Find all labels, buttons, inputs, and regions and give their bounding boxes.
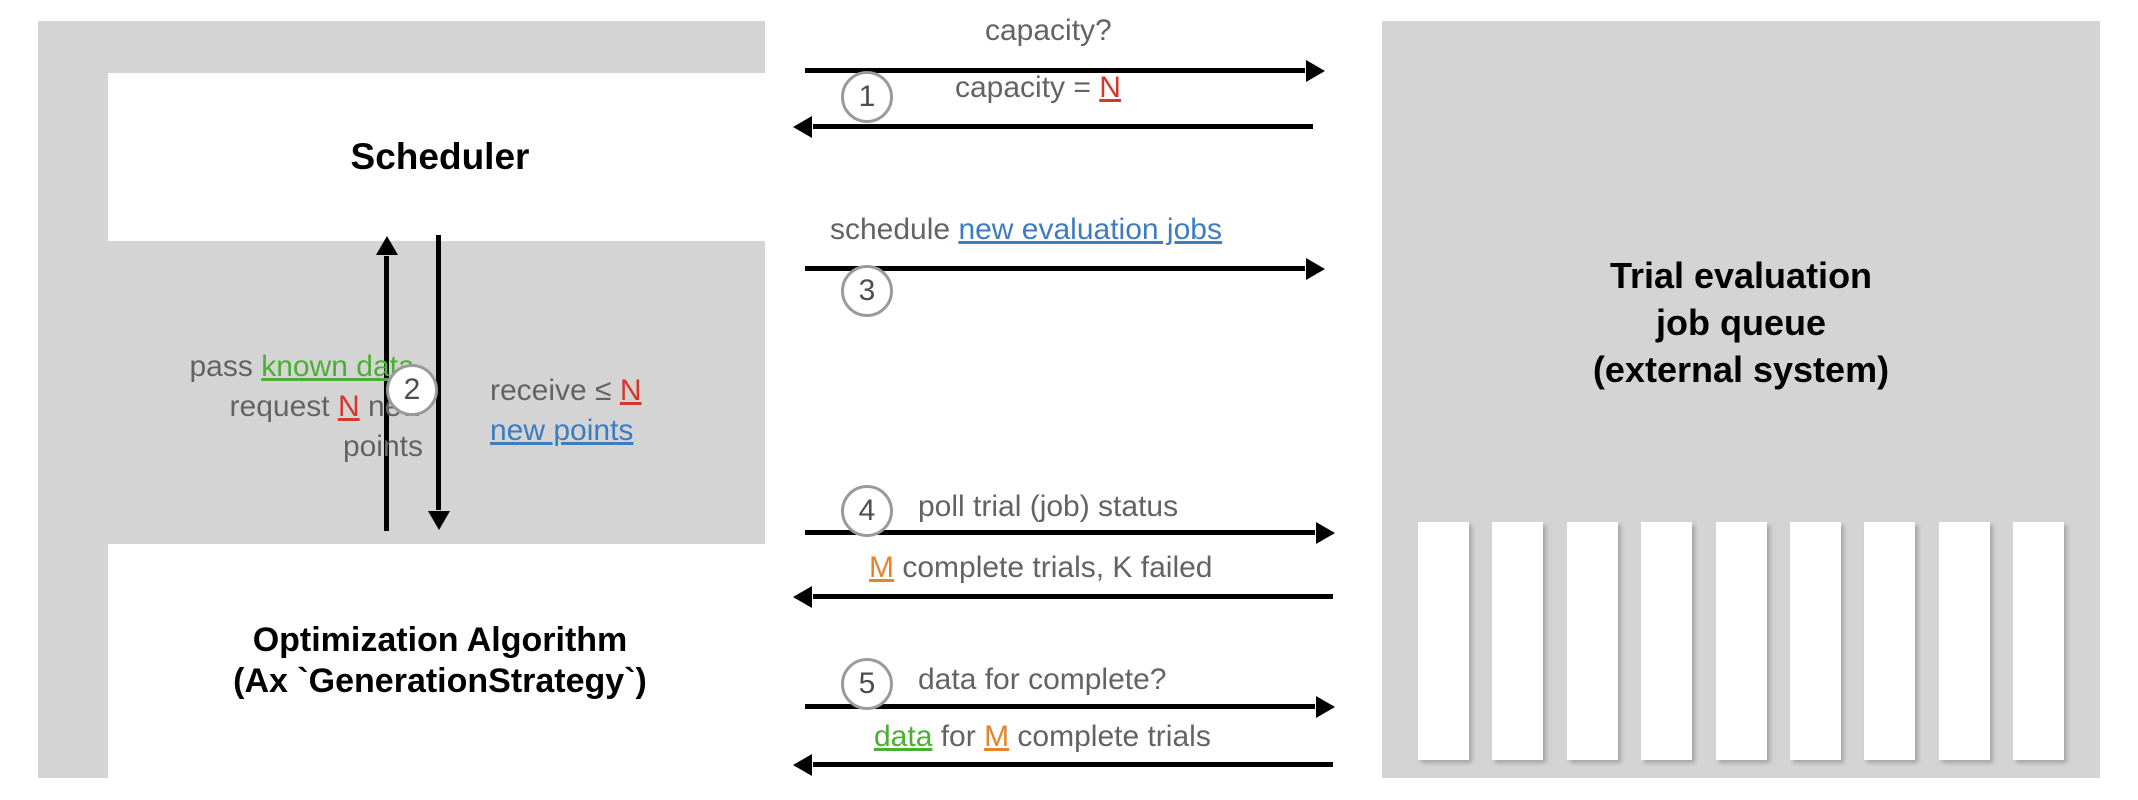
job-queue-title-line2: job queue — [1656, 302, 1826, 343]
step2-left-line2-prefix: request — [230, 390, 338, 423]
step4-response-suffix: complete trials, K failed — [894, 551, 1212, 584]
step5-response-arrow — [813, 762, 1333, 767]
step3-request-prefix: schedule — [830, 213, 958, 246]
step4-request-label: poll trial (job) status — [918, 490, 1178, 524]
step5-data-link[interactable]: data — [874, 720, 932, 753]
job-queue-title-line1: Trial evaluation — [1610, 255, 1872, 296]
step1-response-arrow — [813, 124, 1313, 129]
queue-job-bar — [1716, 522, 1767, 760]
step-circle-4: 4 — [841, 485, 893, 537]
queue-job-bar — [1939, 522, 1990, 760]
diagram-canvas: Scheduler Optimization Algorithm (Ax `Ge… — [0, 0, 2138, 800]
step1-response-prefix: capacity = — [955, 71, 1099, 104]
queue-job-bar — [1492, 522, 1543, 760]
scheduler-label: Scheduler — [351, 134, 530, 179]
step2-n-symbol: N — [338, 390, 360, 423]
step-circle-3: 3 — [841, 265, 893, 317]
queue-job-bar — [1567, 522, 1618, 760]
step4-response-label: M complete trials, K failed — [869, 551, 1212, 585]
optimizer-label-line1: Optimization Algorithm — [253, 621, 628, 659]
optimizer-label: Optimization Algorithm (Ax `GenerationSt… — [233, 620, 647, 703]
job-queue-panel: Trial evaluation job queue (external sys… — [1382, 21, 2100, 778]
optimization-algorithm-box: Optimization Algorithm (Ax `GenerationSt… — [108, 544, 772, 778]
step4-m-symbol: M — [869, 551, 894, 584]
step1-request-label: capacity? — [985, 14, 1112, 48]
step5-request-label: data for complete? — [918, 663, 1166, 697]
step-circle-2: 2 — [386, 364, 438, 416]
step3-request-label: schedule new evaluation jobs — [830, 213, 1222, 247]
scheduler-group-panel: Scheduler Optimization Algorithm (Ax `Ge… — [38, 21, 765, 778]
step2-left-line3: points — [343, 430, 423, 463]
step2-left-label: pass known data, request N new points — [88, 347, 423, 467]
queue-job-bar — [2013, 522, 2064, 760]
queue-job-bar — [1641, 522, 1692, 760]
scheduler-box: Scheduler — [108, 73, 772, 241]
step2-right-n-symbol: N — [620, 374, 642, 407]
step2-left-line1-prefix: pass — [189, 350, 261, 383]
step5-response-middle: for — [932, 720, 984, 753]
step-circle-5: 5 — [841, 658, 893, 710]
step5-response-suffix: complete trials — [1009, 720, 1211, 753]
step2-right-line1-prefix: receive ≤ — [490, 374, 620, 407]
job-queue-bars — [1418, 522, 2064, 760]
step-circle-1: 1 — [841, 71, 893, 123]
optimizer-label-line2: (Ax `GenerationStrategy`) — [233, 662, 647, 700]
arrow-down-new-points — [436, 235, 441, 510]
step5-response-label: data for M complete trials — [874, 720, 1211, 754]
job-queue-title-line3: (external system) — [1593, 349, 1889, 390]
step1-response-n-symbol: N — [1099, 71, 1121, 104]
step5-m-symbol: M — [984, 720, 1009, 753]
step2-right-label: receive ≤ N new points — [490, 371, 760, 451]
queue-job-bar — [1790, 522, 1841, 760]
step4-response-arrow — [813, 594, 1333, 599]
job-queue-title: Trial evaluation job queue (external sys… — [1382, 253, 2100, 393]
step1-response-label: capacity = N — [955, 71, 1121, 105]
queue-job-bar — [1418, 522, 1469, 760]
step3-new-evaluation-jobs-link[interactable]: new evaluation jobs — [958, 213, 1222, 246]
queue-job-bar — [1864, 522, 1915, 760]
step2-new-points-link[interactable]: new points — [490, 414, 633, 447]
